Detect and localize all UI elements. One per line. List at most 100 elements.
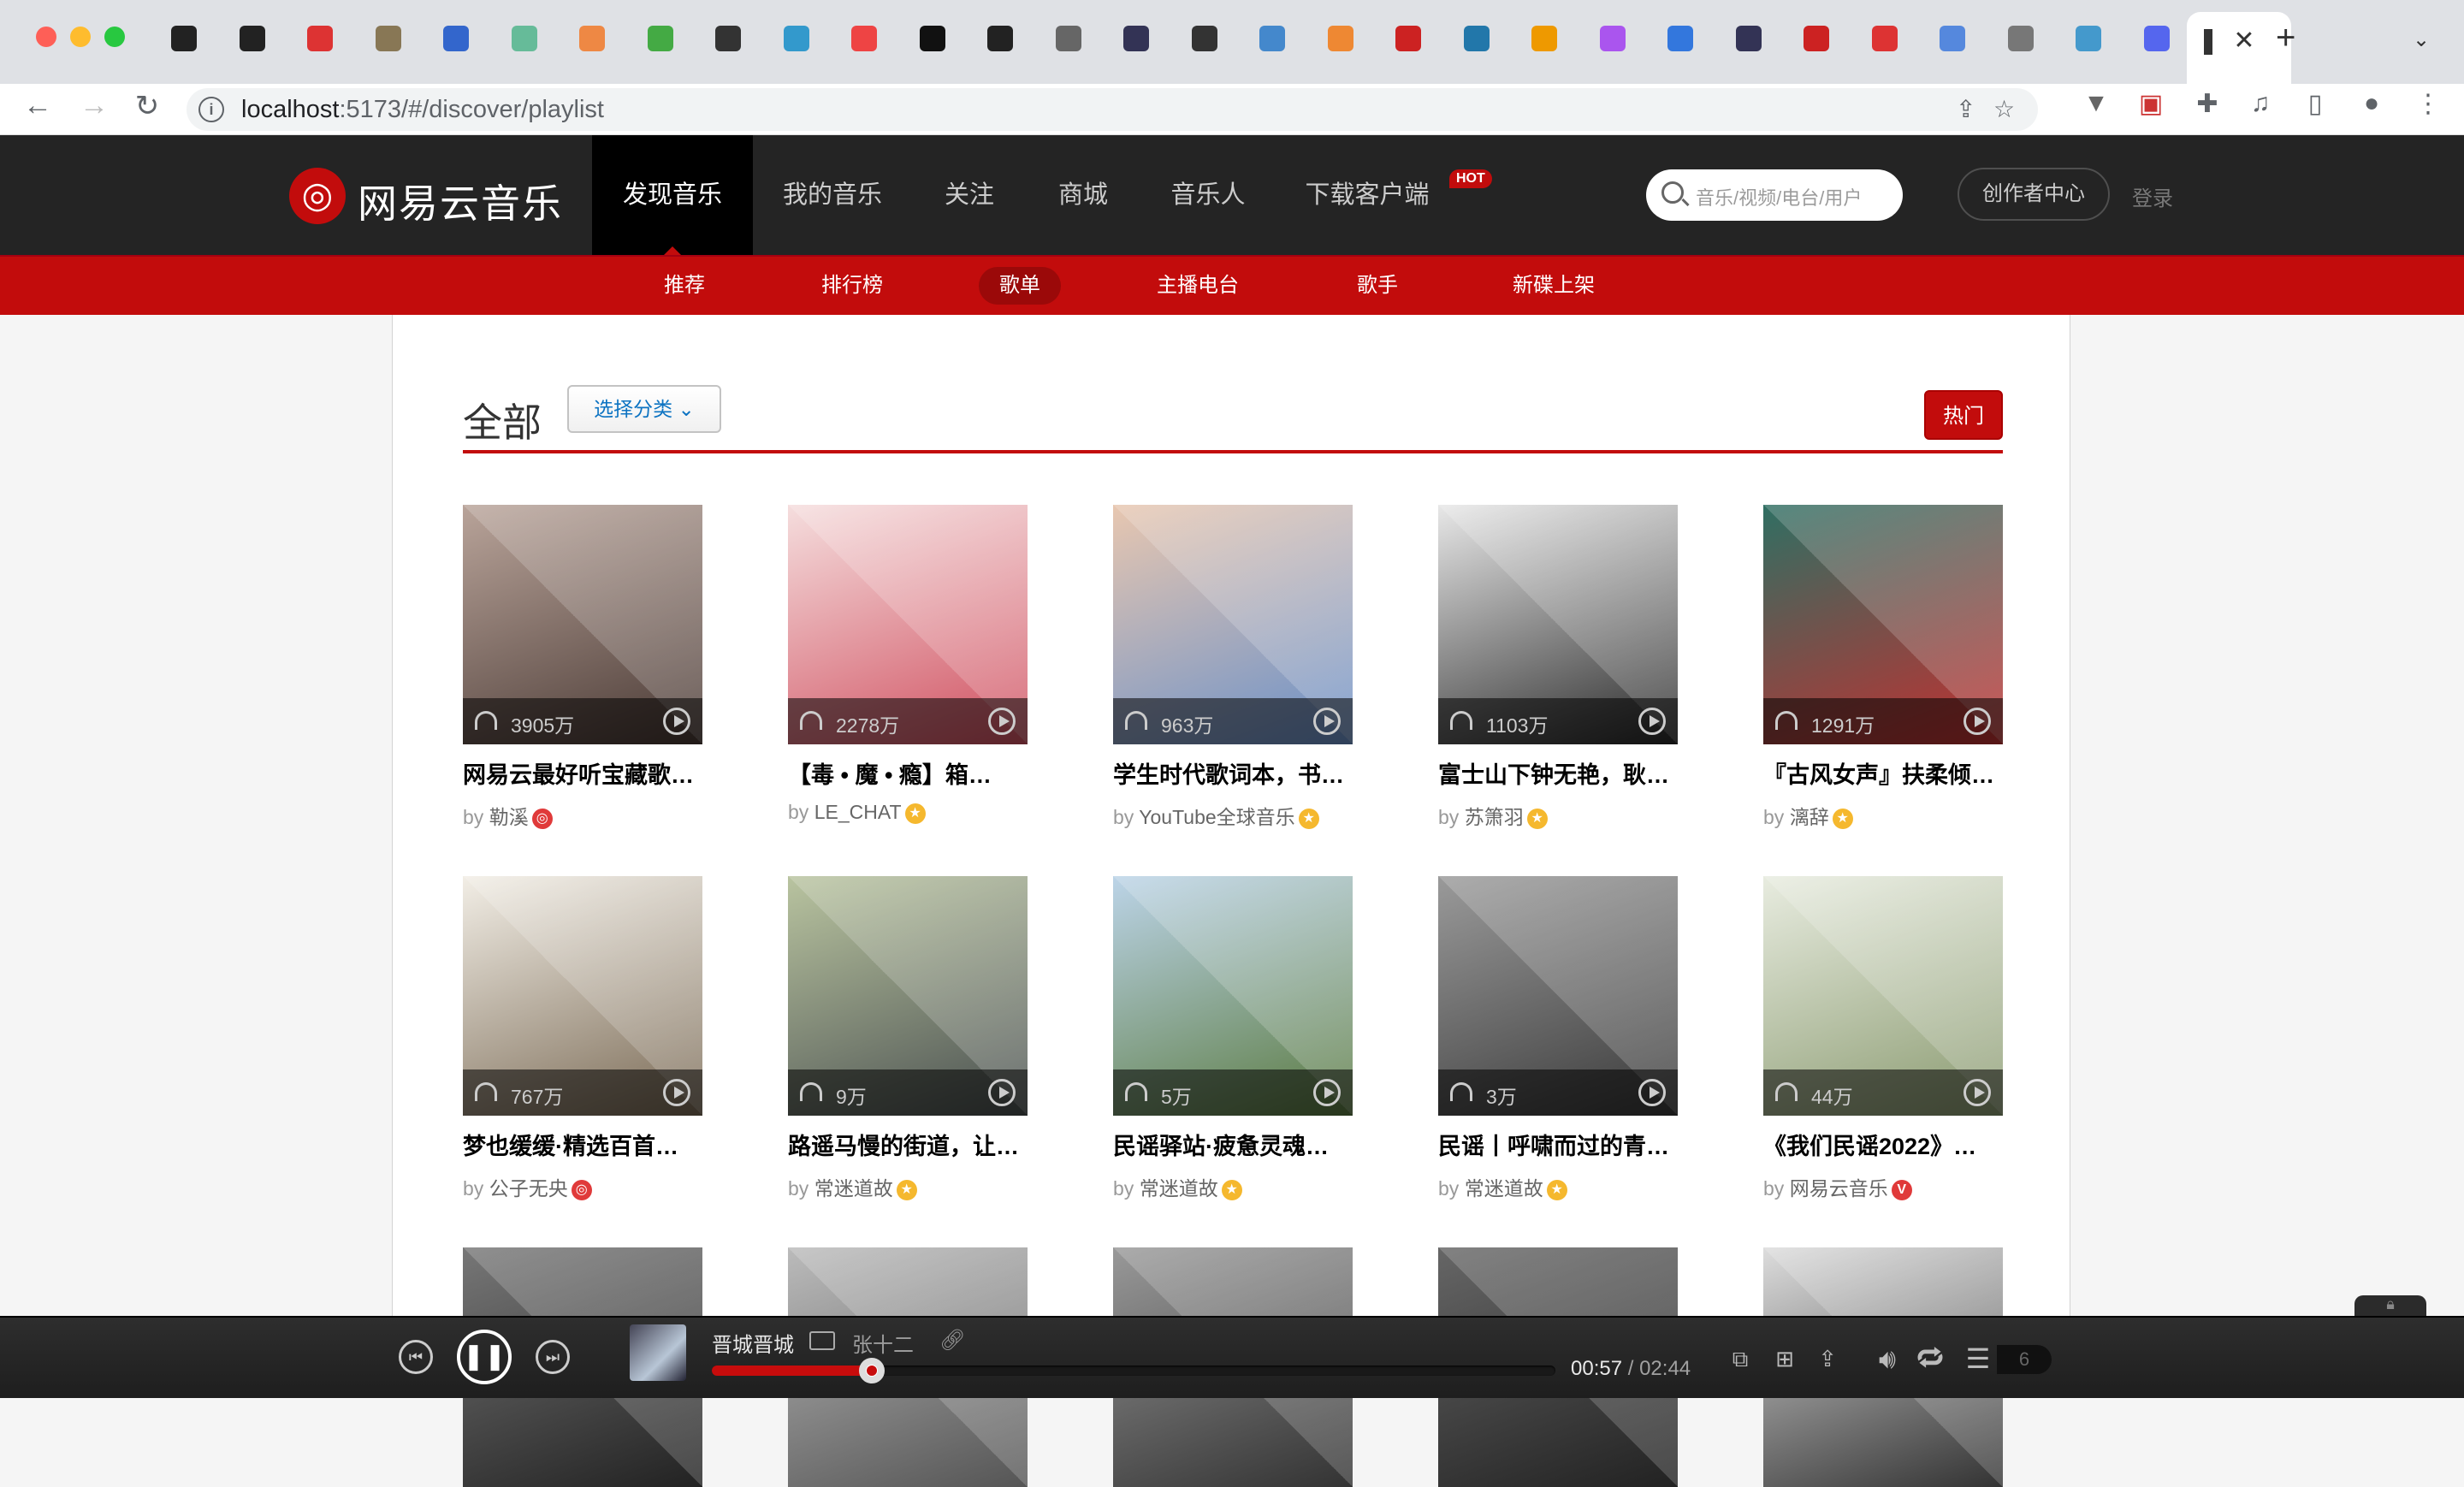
tab-search-chevron-icon[interactable]: ⌄ bbox=[2413, 27, 2430, 52]
playlist-name[interactable]: 民谣驿站·疲惫灵魂… bbox=[1113, 1128, 1370, 1161]
tab-favicon-icon[interactable] bbox=[715, 26, 741, 51]
tab-favicon-icon[interactable] bbox=[1735, 26, 1762, 51]
share-icon[interactable]: ⇪ bbox=[1810, 1342, 1845, 1376]
play-icon[interactable] bbox=[1964, 708, 1991, 735]
select-category-button[interactable]: 选择分类 ⌄ bbox=[567, 385, 721, 433]
playlist-name[interactable]: 《我们民谣2022》… bbox=[1763, 1128, 2020, 1161]
play-icon[interactable] bbox=[1313, 1079, 1341, 1106]
author-name[interactable]: YouTube全球音乐 bbox=[1139, 806, 1294, 828]
play-icon[interactable] bbox=[1964, 1079, 1991, 1106]
progress-handle[interactable] bbox=[859, 1358, 885, 1383]
close-window-button[interactable] bbox=[36, 27, 56, 47]
new-tab-button[interactable]: + bbox=[2276, 19, 2295, 57]
tab-favicon-icon[interactable] bbox=[2007, 26, 2034, 51]
playlist-cover[interactable]: 1291万 bbox=[1763, 505, 2003, 744]
tab-favicon-icon[interactable] bbox=[1055, 26, 1081, 51]
playlist-cover[interactable]: 3905万 bbox=[463, 505, 702, 744]
play-icon[interactable] bbox=[1313, 708, 1341, 735]
playlist-cover[interactable]: 3万 bbox=[1438, 876, 1678, 1116]
playlist-name[interactable]: 路遥马慢的街道，让… bbox=[788, 1128, 1045, 1161]
vue-devtools-icon[interactable]: ▼ bbox=[2079, 89, 2113, 123]
subnav-artists[interactable]: 歌手 bbox=[1336, 267, 1419, 305]
profile-avatar-icon[interactable]: ● bbox=[2354, 89, 2389, 123]
tab-favicon-icon[interactable] bbox=[1804, 26, 1829, 51]
hot-sort-button[interactable]: 热门 bbox=[1924, 390, 2003, 440]
tab-favicon-icon[interactable] bbox=[375, 26, 401, 51]
playlist-name[interactable]: 民谣丨呼啸而过的青… bbox=[1438, 1128, 1695, 1161]
tab-favicon-icon[interactable] bbox=[1463, 26, 1490, 51]
playlist-name[interactable]: 富士山下钟无艳，耿… bbox=[1438, 756, 1695, 790]
author-name[interactable]: 常迷道故 bbox=[814, 1177, 893, 1200]
media-control-icon[interactable]: ♫ bbox=[2243, 89, 2277, 123]
reload-icon[interactable]: ↻ bbox=[128, 89, 166, 123]
tab-favicon-icon[interactable] bbox=[307, 26, 333, 51]
playlist-name[interactable]: 『古风女声』扶柔倾… bbox=[1763, 756, 2020, 790]
tab-favicon-icon[interactable] bbox=[783, 26, 809, 51]
source-link-icon[interactable]: 🔗︎ bbox=[939, 1328, 965, 1353]
next-track-button[interactable]: ⏭︎ bbox=[536, 1340, 570, 1374]
playlist-cover[interactable]: 963万 bbox=[1113, 505, 1353, 744]
author-name[interactable]: 网易云音乐 bbox=[1790, 1177, 1888, 1200]
tab-favicon-icon[interactable] bbox=[511, 26, 537, 51]
tab-favicon-icon[interactable] bbox=[1123, 26, 1149, 51]
playlist-name[interactable]: 【毒 • 魔 • 瘾】箱… bbox=[788, 756, 1045, 790]
author-name[interactable]: 勒溪 bbox=[489, 806, 529, 828]
tab-favicon-icon[interactable] bbox=[443, 26, 469, 51]
tab-favicon-icon[interactable] bbox=[1191, 26, 1217, 51]
progress-bar[interactable] bbox=[712, 1358, 1555, 1383]
side-panel-icon[interactable]: ▯ bbox=[2298, 89, 2332, 123]
pause-button[interactable]: ❚❚ bbox=[457, 1330, 512, 1384]
tab-favicon-icon[interactable] bbox=[1599, 26, 1626, 51]
nav-discover-music[interactable]: 发现音乐 bbox=[592, 135, 753, 255]
singer-name[interactable]: 张十二 bbox=[852, 1328, 914, 1358]
tab-favicon-icon[interactable] bbox=[1940, 26, 1965, 51]
play-icon[interactable] bbox=[988, 708, 1016, 735]
tab-favicon-icon[interactable] bbox=[579, 26, 605, 51]
subnav-new-albums[interactable]: 新碟上架 bbox=[1492, 267, 1615, 305]
netease-logo-icon[interactable]: ◎ bbox=[289, 168, 346, 224]
tab-favicon-icon[interactable] bbox=[2143, 26, 2170, 51]
creator-center-button[interactable]: 创作者中心 bbox=[1958, 168, 2110, 221]
subnav-playlists[interactable]: 歌单 bbox=[979, 267, 1061, 305]
playlist-queue-icon[interactable]: ☰ bbox=[1961, 1342, 1995, 1376]
play-icon[interactable] bbox=[663, 708, 690, 735]
nav-my-music[interactable]: 我的音乐 bbox=[770, 135, 895, 255]
play-icon[interactable] bbox=[663, 1079, 690, 1106]
add-to-playlist-icon[interactable]: ⊞ bbox=[1768, 1342, 1802, 1376]
playlist-cover[interactable]: 5万 bbox=[1113, 876, 1353, 1116]
extension-red-icon[interactable]: ▣ bbox=[2134, 89, 2168, 123]
playlist-name[interactable]: 梦也缓缓·精选百首… bbox=[463, 1128, 720, 1161]
previous-track-button[interactable]: ⏮︎ bbox=[399, 1340, 433, 1374]
playlist-cover[interactable]: 1103万 bbox=[1438, 505, 1678, 744]
tab-favicon-icon[interactable] bbox=[851, 26, 877, 51]
play-icon[interactable] bbox=[1638, 1079, 1666, 1106]
site-info-icon[interactable]: i bbox=[198, 97, 224, 122]
tab-favicon-icon[interactable] bbox=[1667, 26, 1693, 51]
song-title[interactable]: 晋城晋城 bbox=[712, 1328, 794, 1358]
tab-favicon-icon[interactable] bbox=[2076, 26, 2101, 51]
search-input[interactable]: 音乐/视频/电台/用户 bbox=[1646, 169, 1903, 221]
tab-favicon-icon[interactable] bbox=[1327, 26, 1353, 51]
subnav-rankings[interactable]: 排行榜 bbox=[801, 267, 903, 305]
tab-favicon-icon[interactable] bbox=[1531, 26, 1557, 51]
tab-favicon-icon[interactable] bbox=[1259, 26, 1285, 51]
author-name[interactable]: LE_CHAT bbox=[814, 801, 902, 823]
tab-favicon-icon[interactable] bbox=[239, 26, 265, 51]
tab-favicon-icon[interactable] bbox=[919, 26, 945, 51]
site-logo-text[interactable]: 网易云音乐 bbox=[358, 173, 563, 229]
player-lock-icon[interactable]: 🔒︎ bbox=[2354, 1295, 2426, 1318]
subnav-radio[interactable]: 主播电台 bbox=[1136, 267, 1259, 305]
zoom-window-button[interactable] bbox=[104, 27, 125, 47]
author-name[interactable]: 公子无央 bbox=[489, 1177, 568, 1200]
nav-mall[interactable]: 商城 bbox=[1027, 135, 1140, 255]
playlist-name[interactable]: 学生时代歌词本，书… bbox=[1113, 756, 1370, 790]
bookmark-star-icon[interactable]: ☆ bbox=[1993, 95, 2015, 123]
playlist-name[interactable]: 网易云最好听宝藏歌… bbox=[463, 756, 720, 790]
tab-favicon-icon[interactable] bbox=[987, 26, 1013, 51]
nav-follow[interactable]: 关注 bbox=[912, 135, 1027, 255]
tab-favicon-icon[interactable] bbox=[1395, 26, 1421, 51]
tab-favicon-icon[interactable] bbox=[171, 26, 197, 51]
tab-favicon-icon[interactable] bbox=[1871, 26, 1898, 51]
play-icon[interactable] bbox=[988, 1079, 1016, 1106]
subnav-recommend[interactable]: 推荐 bbox=[643, 267, 726, 305]
